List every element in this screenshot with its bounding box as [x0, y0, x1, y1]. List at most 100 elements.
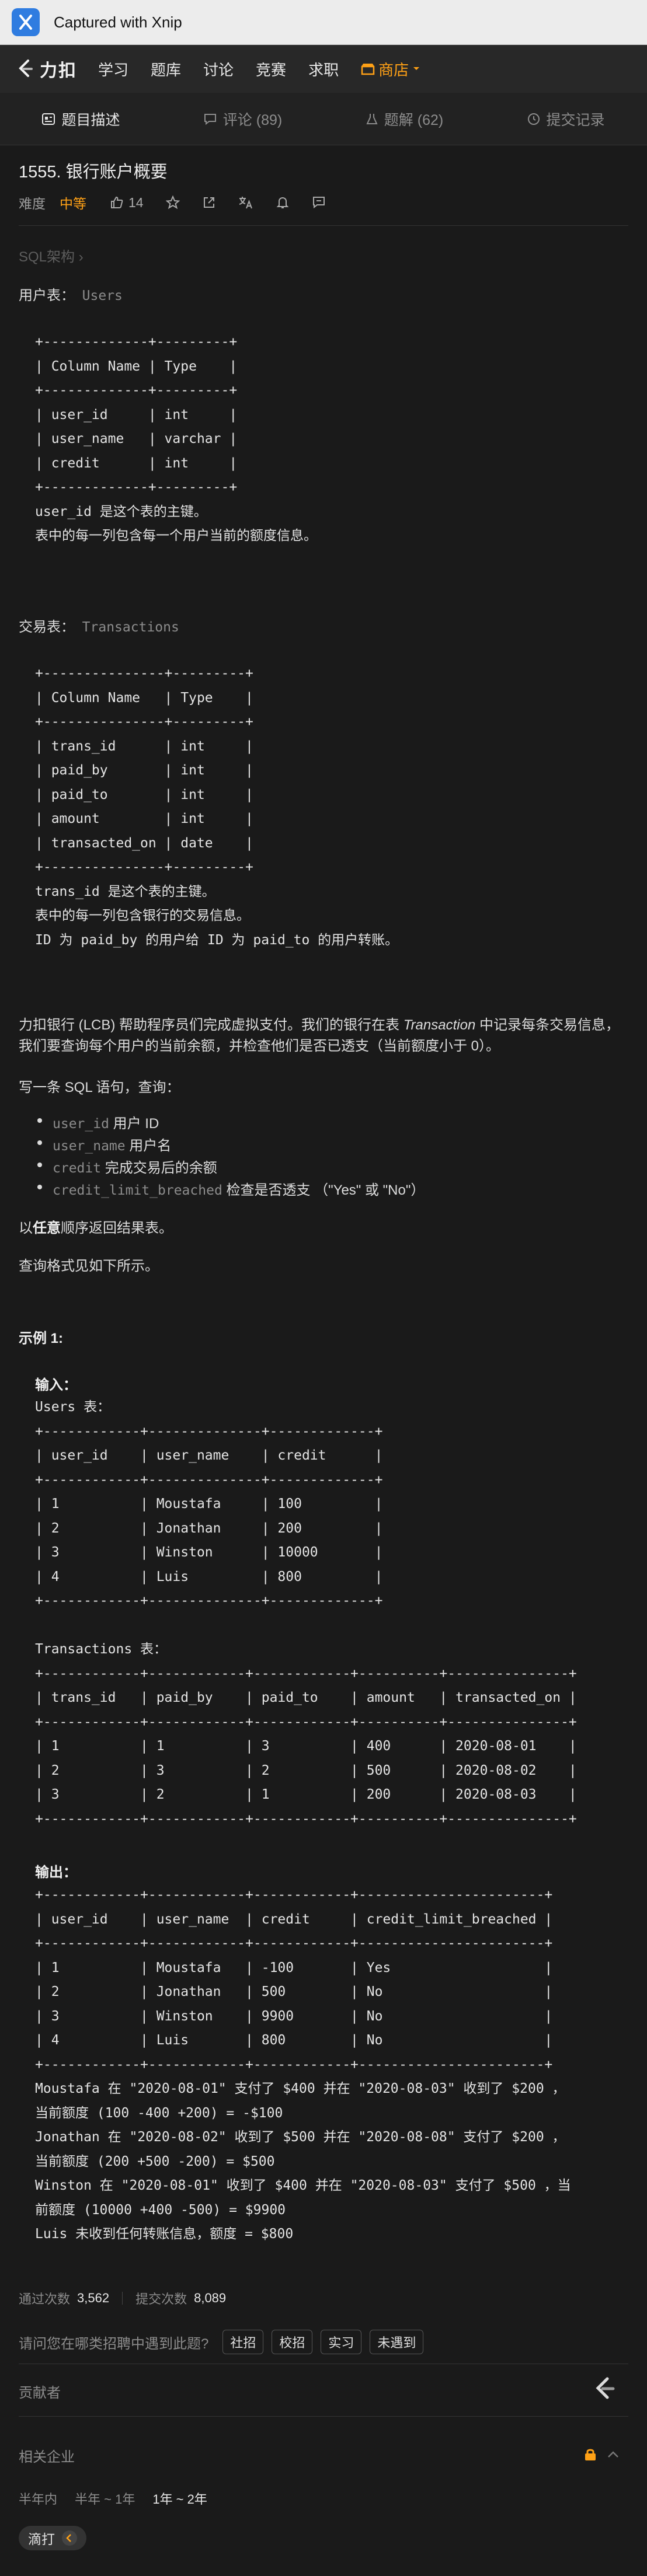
nav-discuss[interactable]: 讨论 — [203, 58, 234, 80]
survey-option-none[interactable]: 未遇到 — [370, 2330, 424, 2354]
share-icon — [203, 197, 214, 208]
tab-comments[interactable]: 评论 (89) — [162, 93, 324, 145]
company-tag-label: 滴打 — [28, 2532, 55, 2547]
order-note-bold: 任意 — [33, 1220, 61, 1236]
leetcode-logo[interactable]: 力扣 — [16, 56, 77, 82]
order-note-start: 以 — [19, 1220, 33, 1236]
tab-comments-label: 评论 (89) — [222, 111, 283, 128]
submit-count-label: 提交次数 — [135, 2292, 187, 2306]
divider — [19, 2416, 628, 2417]
description-icon — [41, 113, 55, 125]
description-paragraph: 力扣银行 (LCB) 帮助程序员们完成虚拟支付。我们的银行在表 Transact… — [19, 1015, 628, 1057]
survey-option-intern[interactable]: 实习 — [321, 2330, 362, 2354]
submit-count: 8,089 — [194, 2291, 227, 2305]
window-title-bar: Captured with Xnip — [0, 0, 647, 45]
nav-contest[interactable]: 竞赛 — [256, 58, 286, 80]
list-item: user_id 用户 ID — [37, 1112, 159, 1132]
bullet-code: user_id — [53, 1116, 109, 1132]
favorite-button[interactable] — [165, 196, 180, 210]
tab-submissions[interactable]: 提交记录 — [485, 93, 647, 145]
top-navbar: 力扣 学习 题库 讨论 竞赛 求职 商店 — [0, 45, 647, 93]
survey-option-social[interactable]: 社招 — [222, 2330, 264, 2354]
chevron-down-icon — [413, 67, 420, 70]
pass-count-label: 通过次数 — [19, 2292, 71, 2306]
tab-solutions-label: 题解 (62) — [384, 111, 444, 128]
period-half-to-one-year[interactable]: 半年 ~ 1年 — [75, 2489, 135, 2508]
company-tag[interactable]: 滴打 — [19, 2526, 86, 2550]
problem-tabs: 题目描述 评论 (89) 题解 (62) 提交记录 — [0, 93, 647, 145]
bullet-text: 用户 ID — [109, 1116, 159, 1132]
trans-heading-label: 交易表： — [19, 619, 75, 635]
bell-icon — [276, 197, 289, 208]
company-count-badge-icon — [62, 2530, 77, 2546]
transactions-schema-block: +---------------+---------+ | Column Nam… — [35, 666, 399, 948]
notification-button[interactable] — [276, 196, 290, 210]
divider — [19, 225, 628, 226]
tab-description[interactable]: 题目描述 — [0, 93, 162, 145]
survey-option-campus[interactable]: 校招 — [272, 2330, 313, 2354]
logo-text: 力扣 — [40, 61, 77, 81]
example-output-block: +------------+------------+------------+… — [35, 1887, 571, 2242]
list-item: credit 完成交易后的余额 — [37, 1156, 217, 1177]
window-title: Captured with Xnip — [54, 13, 182, 31]
users-schema-block: +-------------+---------+ | Column Name … — [35, 334, 317, 543]
pass-count: 3,562 — [77, 2291, 110, 2305]
nav-problems[interactable]: 题库 — [151, 58, 181, 80]
interview-survey: 请问您在哪类招聘中遇到此题? 社招 校招 实习 未遇到 — [19, 2330, 424, 2354]
period-filter: 半年内 半年 ~ 1年 1年 ~ 2年 — [19, 2489, 225, 2508]
history-clock-icon — [527, 113, 540, 125]
desc-p1-italic: Transaction — [403, 1017, 476, 1033]
transactions-table-name: Transactions — [82, 620, 179, 635]
share-button[interactable] — [202, 196, 216, 210]
leetcode-contributor-icon[interactable] — [590, 2374, 618, 2405]
submission-stats: 通过次数 3,562 提交次数 8,089 — [19, 2289, 226, 2308]
users-heading-label: 用户表： — [19, 288, 75, 303]
order-note: 以任意顺序返回结果表。 — [19, 1216, 173, 1237]
star-icon — [165, 196, 180, 210]
users-table-heading: 用户表： Users — [19, 284, 123, 304]
contributors-label: 贡献者 — [19, 2385, 61, 2401]
nav-store[interactable]: 商店 — [361, 58, 420, 80]
example-heading: 示例 1: — [19, 1331, 64, 1346]
desc-p1-start: 力扣银行 (LCB) 帮助程序员们完成虚拟支付。我们的银行在表 — [19, 1017, 403, 1033]
related-companies-label: 相关企业 — [19, 2449, 75, 2465]
period-half-year[interactable]: 半年内 — [19, 2489, 57, 2508]
xnip-scissors-icon — [12, 8, 40, 36]
bullet-text: 检查是否透支 （"Yes" 或 "No"） — [222, 1182, 425, 1198]
like-count: 14 — [128, 194, 144, 210]
breadcrumb[interactable]: SQL架构 › — [19, 245, 84, 266]
chevron-up-icon[interactable] — [607, 2450, 619, 2461]
list-item: credit_limit_breached 检查是否透支 （"Yes" 或 "N… — [37, 1178, 425, 1199]
like-button[interactable]: 14 — [110, 195, 144, 211]
store-icon — [361, 64, 375, 75]
tab-description-label: 题目描述 — [61, 111, 120, 128]
example-output-label: 输出： — [35, 1865, 77, 1880]
problem-title: 1555. 银行账户概要 — [19, 163, 168, 181]
solution-flask-icon — [366, 113, 378, 125]
problem-meta: 难度 中等 14 — [19, 192, 348, 213]
feedback-button[interactable] — [312, 196, 326, 210]
format-note: 查询格式见如下所示。 — [19, 1258, 159, 1274]
stats-divider — [122, 2292, 123, 2305]
store-label: 商店 — [378, 61, 409, 79]
feedback-icon — [312, 197, 325, 209]
translate-icon — [239, 197, 252, 209]
tab-submissions-label: 提交记录 — [546, 111, 605, 128]
bullet-text: 完成交易后的余额 — [101, 1160, 217, 1176]
query-intro: 写一条 SQL 语句，查询： — [19, 1080, 180, 1095]
bullet-code: user_name — [53, 1139, 126, 1154]
nav-learn[interactable]: 学习 — [98, 58, 128, 80]
list-item: user_name 用户名 — [37, 1134, 171, 1154]
lock-icon — [584, 2448, 597, 2465]
users-table-name: Users — [82, 288, 123, 303]
example-input-block: Users 表： +------------+--------------+--… — [35, 1399, 577, 1827]
period-one-to-two-years[interactable]: 1年 ~ 2年 — [152, 2489, 207, 2508]
nav-jobs[interactable]: 求职 — [308, 58, 339, 80]
tab-solutions[interactable]: 题解 (62) — [324, 93, 485, 145]
translate-button[interactable] — [238, 196, 253, 210]
thumbs-up-icon — [111, 196, 123, 208]
survey-question: 请问您在哪类招聘中遇到此题? — [19, 2336, 209, 2352]
example-input-label: 输入： — [35, 1377, 77, 1393]
difficulty-label: 难度 — [19, 196, 46, 211]
comment-icon — [203, 113, 217, 125]
